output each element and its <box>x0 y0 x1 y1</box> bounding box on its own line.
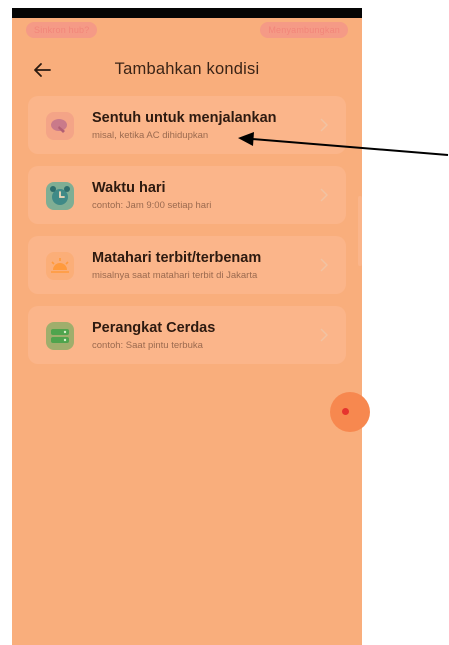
condition-title: Sentuh untuk menjalankan <box>92 110 277 126</box>
condition-subtitle: misalnya saat matahari terbit di Jakarta <box>92 270 258 281</box>
connection-status-pill[interactable]: Menyambungkan <box>260 22 348 38</box>
smart-device-icon <box>46 322 74 350</box>
black-top-bar <box>12 8 362 18</box>
alarm-clock-icon <box>46 182 74 210</box>
chevron-right-icon <box>320 118 328 132</box>
condition-title: Waktu hari <box>92 180 166 196</box>
header: Tambahkan kondisi <box>12 52 362 88</box>
condition-title: Perangkat Cerdas <box>92 320 216 336</box>
status-row: Sinkron hub? Menyambungkan <box>12 22 362 40</box>
condition-sunrise-sunset[interactable]: Matahari terbit/terbenam misalnya saat m… <box>28 236 346 294</box>
chevron-right-icon <box>320 258 328 272</box>
record-dot-icon <box>342 408 349 415</box>
condition-time-of-day[interactable]: Waktu hari contoh: Jam 9:00 setiap hari <box>28 166 346 224</box>
phone-screen: Sinkron hub? Menyambungkan Tambahkan kon… <box>12 8 362 645</box>
condition-subtitle: contoh: Jam 9:00 setiap hari <box>92 200 212 211</box>
condition-list: Sentuh untuk menjalankan misal, ketika A… <box>28 96 346 376</box>
screenshot-stage: Sinkron hub? Menyambungkan Tambahkan kon… <box>0 0 449 645</box>
touch-icon <box>46 112 74 140</box>
condition-subtitle: contoh: Saat pintu terbuka <box>92 340 203 351</box>
sunrise-icon <box>46 252 74 280</box>
chevron-right-icon <box>320 188 328 202</box>
floating-record-button[interactable] <box>330 392 370 432</box>
sync-status-pill[interactable]: Sinkron hub? <box>26 22 98 38</box>
chevron-right-icon <box>320 328 328 342</box>
condition-subtitle: misal, ketika AC dihidupkan <box>92 130 209 141</box>
condition-tap-to-run[interactable]: Sentuh untuk menjalankan misal, ketika A… <box>28 96 346 154</box>
condition-smart-device[interactable]: Perangkat Cerdas contoh: Saat pintu terb… <box>28 306 346 364</box>
condition-title: Matahari terbit/terbenam <box>92 250 262 266</box>
side-drawer-handle[interactable] <box>358 196 362 266</box>
page-title: Tambahkan kondisi <box>114 60 260 78</box>
